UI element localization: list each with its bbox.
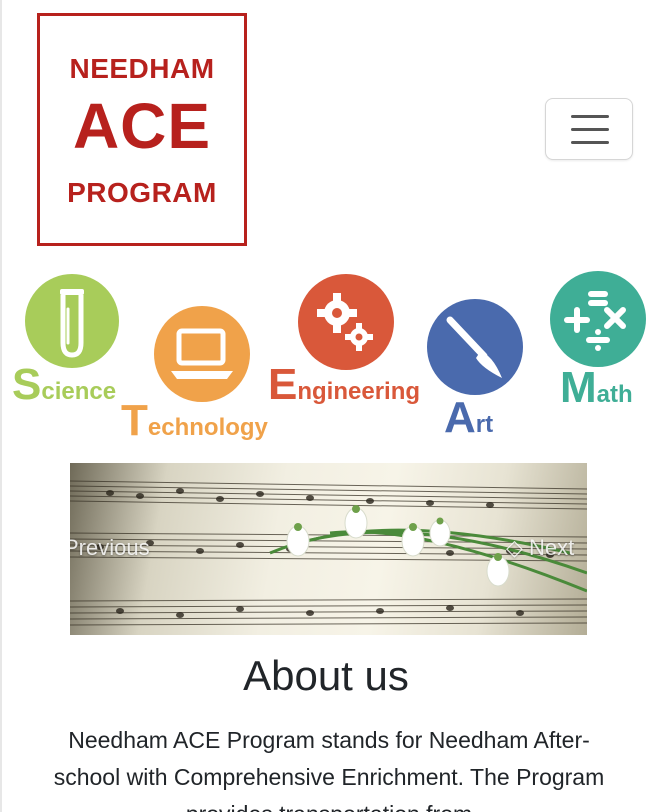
chevron-left-icon: ◇ xyxy=(506,535,523,560)
about-heading: About us xyxy=(243,652,409,699)
page: NEEDHAM ACE PROGRAM Science Technology E… xyxy=(0,0,648,812)
engineering-label: Engineering xyxy=(268,360,421,409)
image-carousel[interactable]: Previous ◇ Next xyxy=(70,463,587,635)
technology-label: Technology xyxy=(121,396,268,445)
math-symbols-icon xyxy=(550,271,646,367)
math-label: Math xyxy=(560,363,633,412)
navbar-toggle-button[interactable] xyxy=(545,98,633,160)
steam-banner: Science Technology Engineering Art Math xyxy=(2,268,648,458)
test-tube-icon xyxy=(25,274,119,368)
laptop-icon xyxy=(154,306,250,402)
logo-line-2: ACE xyxy=(72,90,212,162)
logo-line-1: NEEDHAM xyxy=(69,53,215,84)
art-label: Art xyxy=(444,393,494,442)
site-logo[interactable]: NEEDHAM ACE PROGRAM xyxy=(37,13,247,246)
paintbrush-icon xyxy=(427,299,523,395)
about-paragraph: Needham ACE Program stands for Needham A… xyxy=(53,727,605,812)
carousel-prev-button[interactable]: Previous xyxy=(70,535,150,561)
carousel-next-button[interactable]: ◇ Next xyxy=(506,535,574,561)
logo-line-3: PROGRAM xyxy=(67,177,217,208)
science-label: Science xyxy=(12,360,117,409)
gears-icon xyxy=(298,274,394,370)
